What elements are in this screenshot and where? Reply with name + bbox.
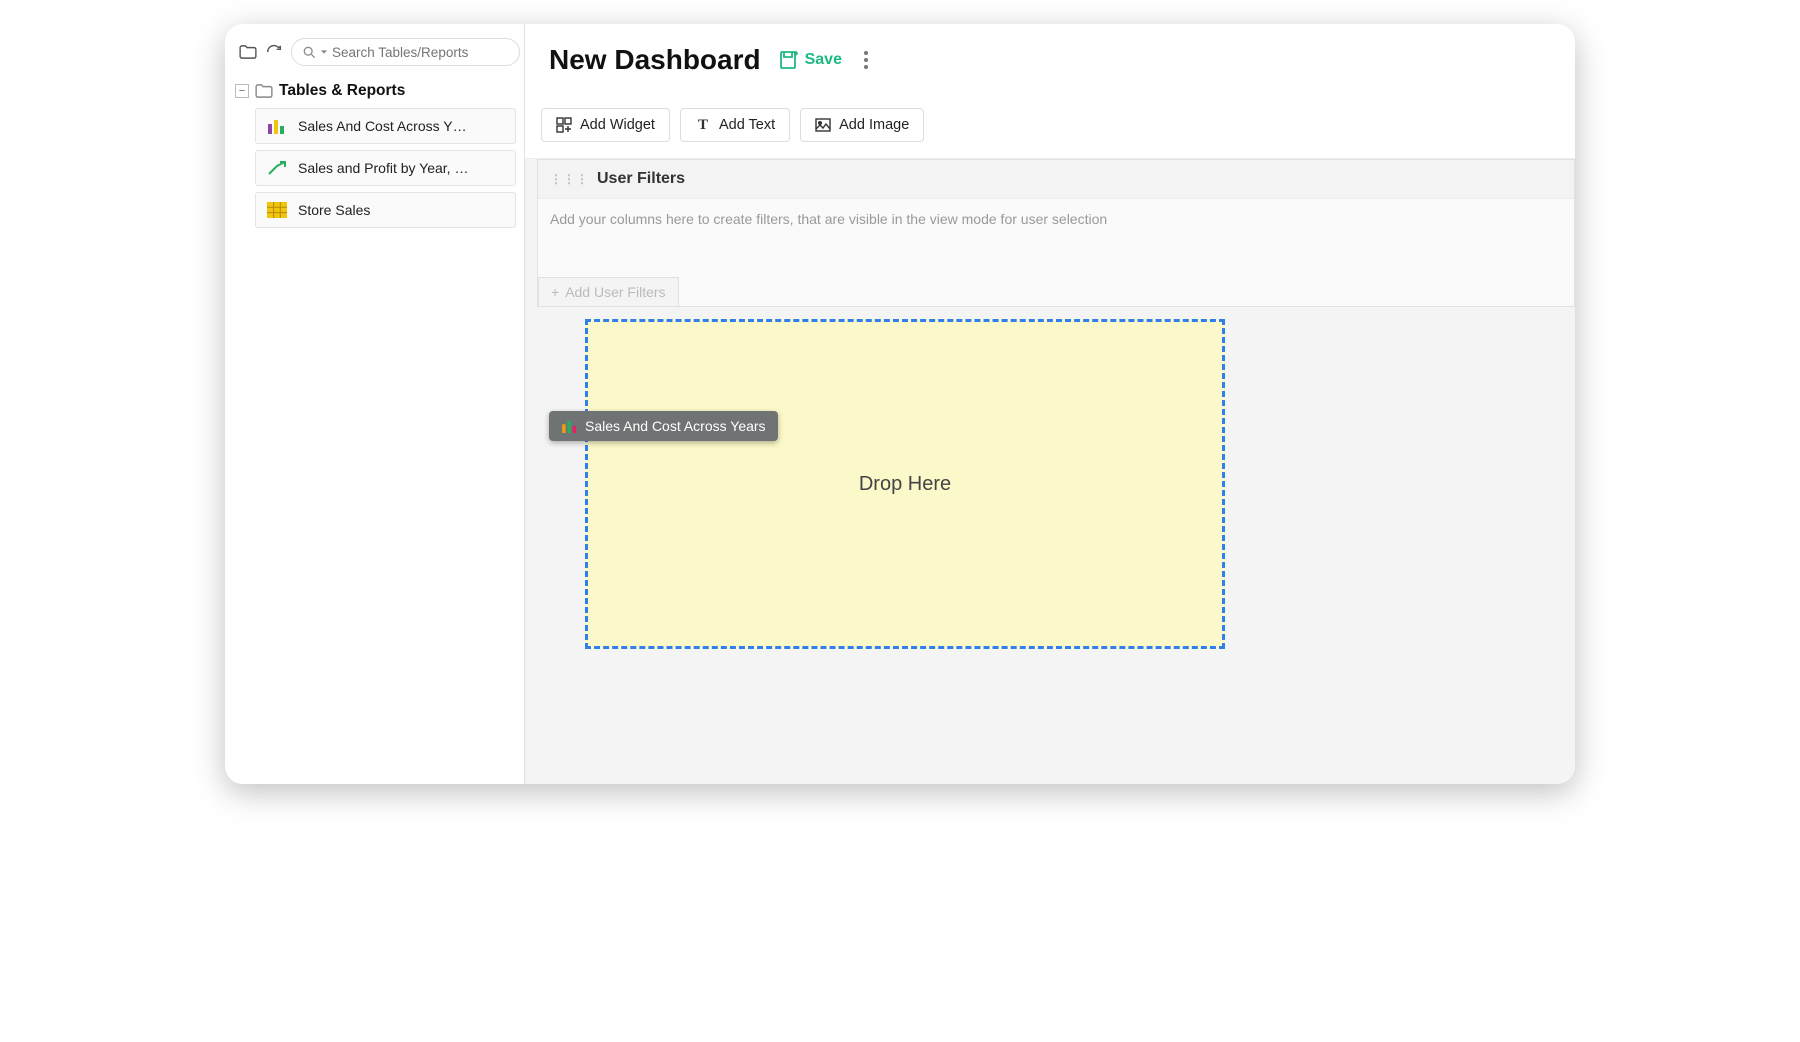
canvas-area[interactable]: ⋮⋮⋮ User Filters Add your columns here t… xyxy=(525,159,1575,784)
button-label: Add Widget xyxy=(580,117,655,133)
search-input-wrap[interactable] xyxy=(291,38,520,66)
user-filters-header[interactable]: ⋮⋮⋮ User Filters xyxy=(538,160,1574,199)
tree-title: Tables & Reports xyxy=(279,82,405,100)
drop-zone-wrap: Drop Here Sales And Cost Across Years xyxy=(585,319,1515,649)
folder-icon[interactable] xyxy=(239,43,257,61)
main-area: New Dashboard Save xyxy=(525,24,1575,784)
sidebar-tree: − Tables & Reports Sales And Cost Acr xyxy=(225,76,524,242)
image-icon xyxy=(815,117,831,133)
tree-header[interactable]: − Tables & Reports xyxy=(233,76,516,108)
sidebar-item-label: Sales And Cost Across Y… xyxy=(298,118,467,134)
drop-zone[interactable]: Drop Here xyxy=(585,319,1225,649)
add-text-button[interactable]: T Add Text xyxy=(680,108,790,142)
sidebar: − Tables & Reports Sales And Cost Acr xyxy=(225,24,525,784)
save-icon xyxy=(779,50,799,70)
user-filters-title: User Filters xyxy=(597,170,685,188)
save-label: Save xyxy=(805,51,842,69)
add-image-button[interactable]: Add Image xyxy=(800,108,924,142)
drag-ghost[interactable]: Sales And Cost Across Years xyxy=(549,411,778,441)
chevron-down-icon xyxy=(320,48,328,56)
user-filters-panel: ⋮⋮⋮ User Filters Add your columns here t… xyxy=(537,159,1575,307)
sidebar-item-sales-cost[interactable]: Sales And Cost Across Y… xyxy=(255,108,516,144)
plus-icon: + xyxy=(551,284,559,300)
add-user-filters-button[interactable]: + Add User Filters xyxy=(538,277,679,306)
table-grid-icon xyxy=(266,201,288,219)
sidebar-item-label: Store Sales xyxy=(298,202,370,218)
main-header: New Dashboard Save xyxy=(525,24,1575,90)
sidebar-item-sales-profit[interactable]: Sales and Profit by Year, … xyxy=(255,150,516,186)
text-icon: T xyxy=(695,117,711,133)
button-label: Add User Filters xyxy=(565,284,665,300)
bar-chart-icon xyxy=(266,117,288,135)
refresh-icon[interactable] xyxy=(265,43,283,61)
button-label: Add Image xyxy=(839,117,909,133)
more-menu-icon[interactable] xyxy=(860,47,872,73)
search-icon xyxy=(302,45,316,59)
sidebar-item-store-sales[interactable]: Store Sales xyxy=(255,192,516,228)
trend-up-icon xyxy=(266,159,288,177)
folder-open-icon xyxy=(255,84,273,98)
page-title: New Dashboard xyxy=(549,44,761,76)
button-label: Add Text xyxy=(719,117,775,133)
widget-icon xyxy=(556,117,572,133)
drop-label: Drop Here xyxy=(859,473,951,496)
app-window: − Tables & Reports Sales And Cost Acr xyxy=(225,24,1575,784)
bar-chart-icon xyxy=(561,419,579,433)
dashboard-toolbar: Add Widget T Add Text Add Image xyxy=(525,90,1575,159)
search-input[interactable] xyxy=(332,45,509,60)
sidebar-item-label: Sales and Profit by Year, … xyxy=(298,160,468,176)
save-button[interactable]: Save xyxy=(779,50,842,70)
add-widget-button[interactable]: Add Widget xyxy=(541,108,670,142)
grip-icon: ⋮⋮⋮ xyxy=(550,172,589,186)
sidebar-toolbar xyxy=(225,24,524,76)
user-filters-description: Add your columns here to create filters,… xyxy=(538,199,1574,277)
collapse-icon[interactable]: − xyxy=(235,84,249,98)
drag-ghost-label: Sales And Cost Across Years xyxy=(585,418,766,434)
